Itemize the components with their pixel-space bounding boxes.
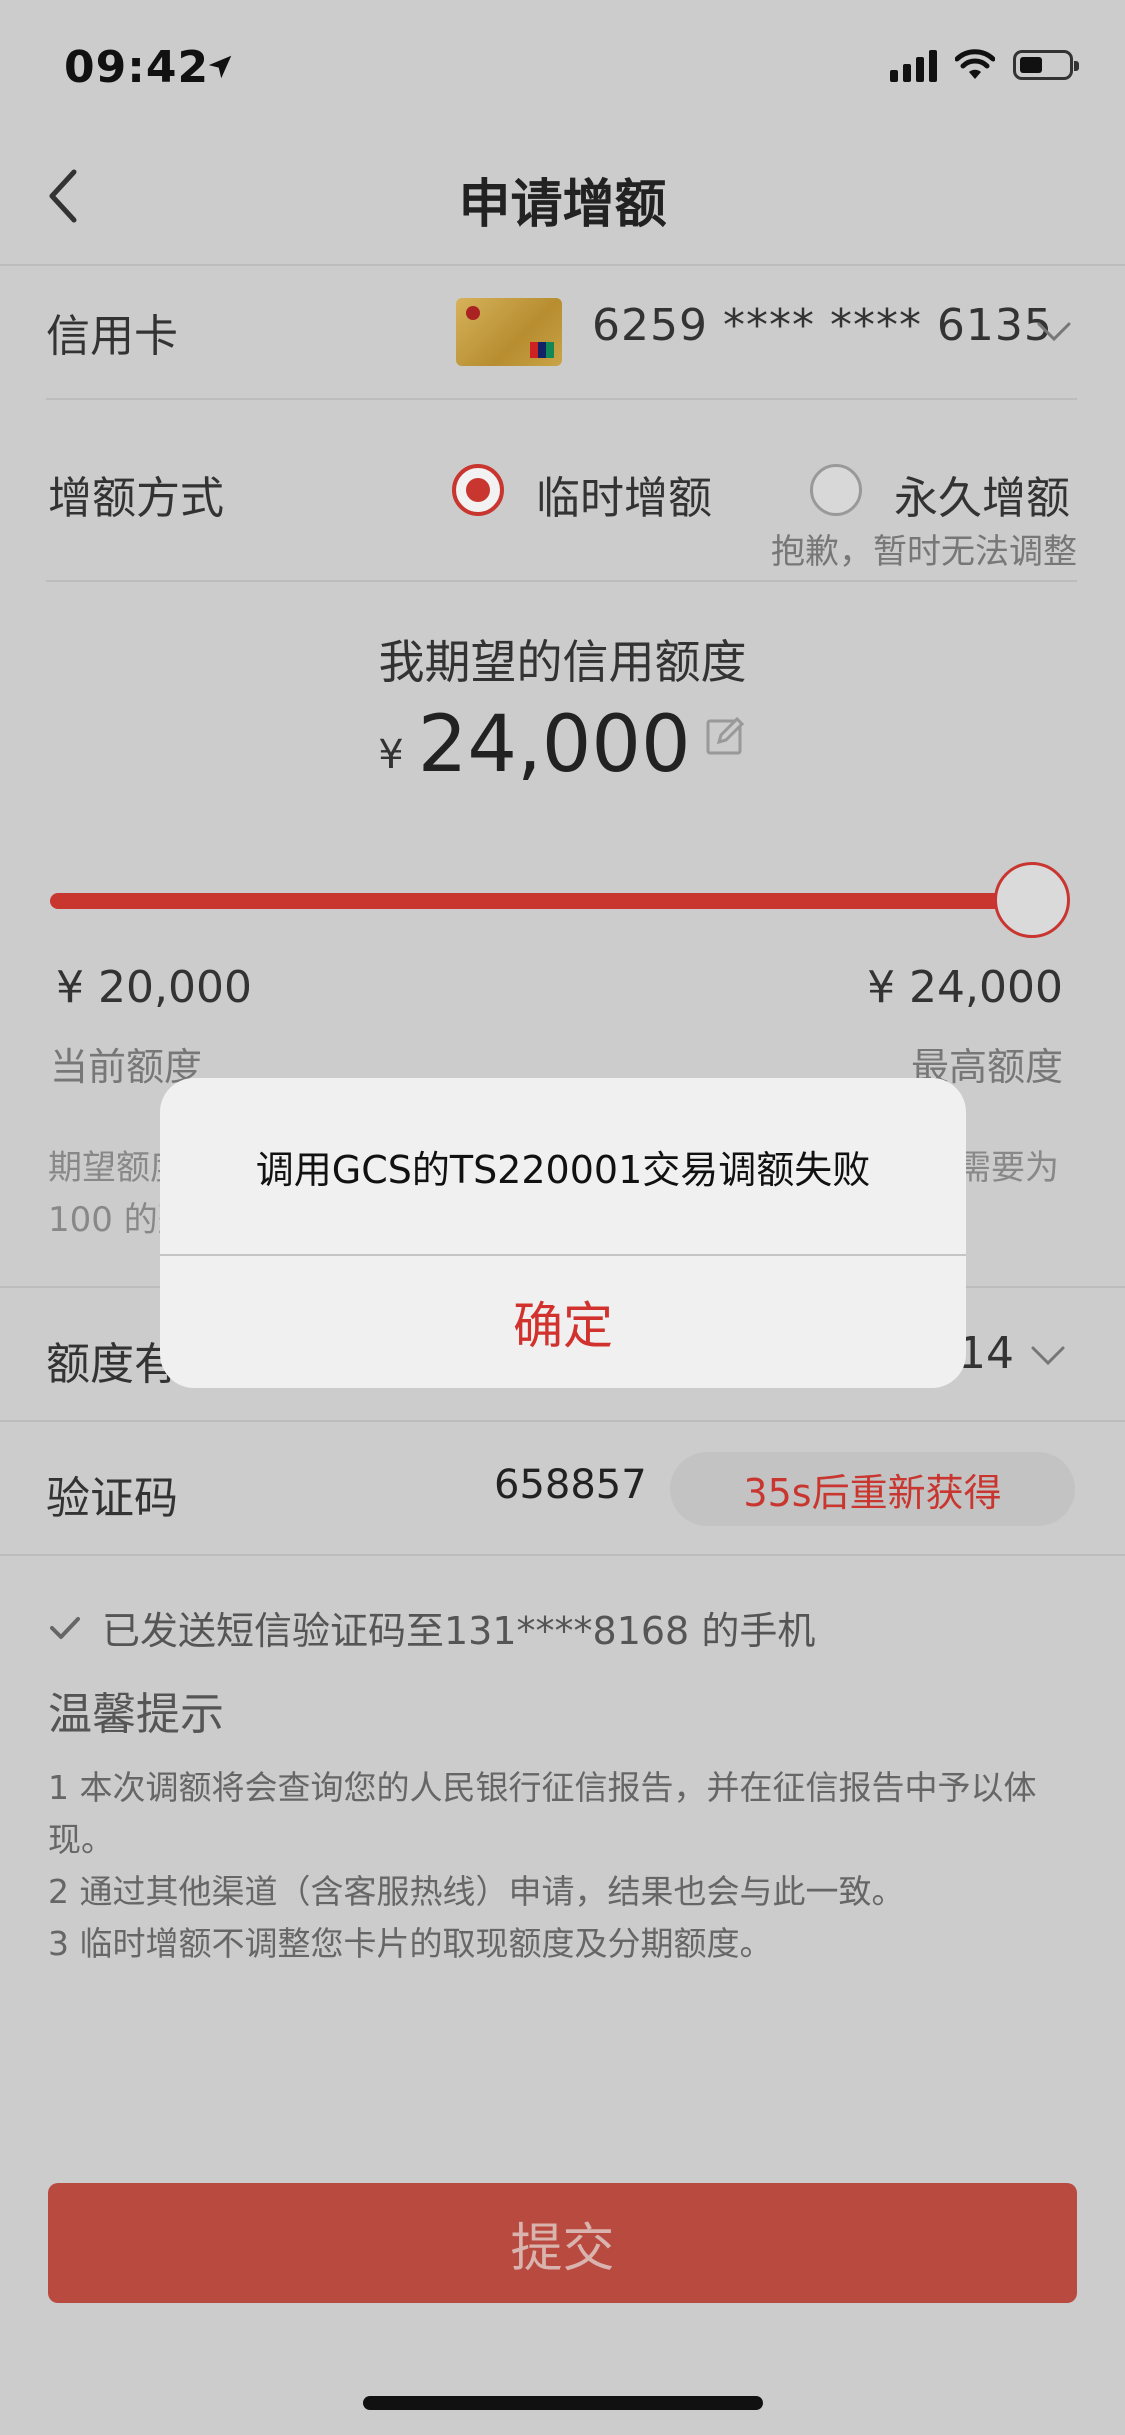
- expected-limit-title: 我期望的信用额度: [378, 635, 747, 689]
- card-label: 信用卡: [46, 311, 178, 362]
- nav-divider: [0, 264, 1125, 266]
- status-time: 09:42: [64, 42, 210, 93]
- option-permanent-label[interactable]: 永久增额: [894, 462, 1070, 526]
- dialog-confirm-button[interactable]: 确定: [160, 1256, 966, 1388]
- limit-slider-track[interactable]: [50, 893, 1050, 909]
- card-thumbnail: [456, 298, 562, 366]
- location-arrow-icon: [208, 55, 232, 79]
- option-temporary-label[interactable]: 临时增额: [536, 462, 712, 526]
- card-chevron-down-icon[interactable]: [1036, 314, 1072, 350]
- permanent-note: 抱歉，暂时无法调整: [771, 532, 1077, 572]
- tips-list: 1 本次调额将会查询您的人民银行征信报告，并在征信报告中予以体现。 2 通过其他…: [48, 1762, 1078, 1970]
- max-value: ¥ 24,000: [867, 962, 1063, 1013]
- tips-title: 温馨提示: [48, 1689, 224, 1740]
- verify-code-input[interactable]: 658857: [494, 1462, 647, 1508]
- card-number[interactable]: 6259 **** **** 6135: [592, 300, 1053, 351]
- min-value: ¥ 20,000: [56, 962, 252, 1013]
- limit-note-right: 需要为: [957, 1148, 1059, 1188]
- page-title: 申请增额: [458, 175, 667, 235]
- verify-label: 验证码: [46, 1473, 178, 1524]
- validity-chevron-down-icon[interactable]: [1030, 1338, 1066, 1374]
- battery-icon: [1013, 50, 1079, 80]
- wifi-icon: [955, 49, 995, 79]
- divider: [46, 580, 1077, 582]
- divider: [0, 1420, 1125, 1422]
- limit-slider-thumb[interactable]: [994, 862, 1070, 938]
- check-icon: [50, 1616, 80, 1639]
- home-indicator: [363, 2396, 763, 2410]
- currency-symbol: ¥: [378, 732, 404, 778]
- status-icons: [890, 48, 1079, 82]
- tip-item: 2 通过其他渠道（含客服热线）申请，结果也会与此一致。: [48, 1872, 905, 1911]
- edit-icon[interactable]: [705, 714, 747, 756]
- alert-dialog: 调用GCS的TS220001交易调额失败 确定: [160, 1078, 966, 1388]
- submit-button[interactable]: 提交: [48, 2183, 1077, 2303]
- tip-item: 1 本次调额将会查询您的人民银行征信报告，并在征信报告中予以体现。: [48, 1768, 1037, 1859]
- radio-permanent[interactable]: [810, 464, 862, 516]
- divider: [46, 398, 1077, 400]
- expected-amount: ¥ 24,000: [0, 700, 1125, 790]
- validity-value[interactable]: 14: [958, 1328, 1014, 1379]
- divider: [0, 1554, 1125, 1556]
- cellular-signal-icon: [890, 48, 937, 82]
- sms-notice: 已发送短信验证码至131****8168 的手机: [48, 1600, 815, 1655]
- dialog-message: 调用GCS的TS220001交易调额失败: [255, 1147, 871, 1192]
- method-label: 增额方式: [48, 473, 224, 524]
- radio-temporary[interactable]: [452, 464, 504, 516]
- sms-notice-text: 已发送短信验证码至131****8168 的手机: [102, 1609, 816, 1653]
- amount-value: 24,000: [417, 700, 691, 790]
- tip-item: 3 临时增额不调整您卡片的取现额度及分期额度。: [48, 1924, 773, 1963]
- resend-code-button[interactable]: 35s后重新获得: [670, 1452, 1075, 1526]
- validity-label: 额度有: [46, 1339, 178, 1390]
